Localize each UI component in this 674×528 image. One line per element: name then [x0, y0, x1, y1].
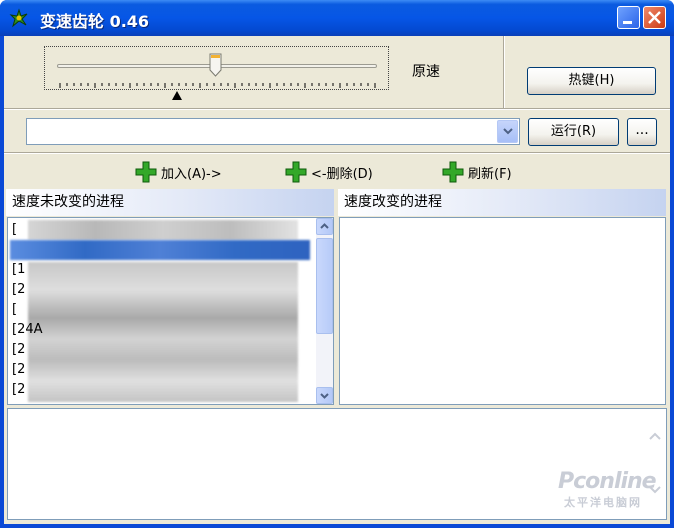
unchanged-process-list[interactable]: [ [1 [2 [ [24A [2 [2 [2 — [7, 217, 334, 405]
changed-panel-title: 速度改变的进程 — [338, 189, 666, 216]
watermark-sub: 太平洋电脑网 — [564, 496, 642, 509]
watermark-brand: Pconline — [558, 469, 657, 494]
separator — [503, 36, 505, 109]
scroll-thumb[interactable] — [316, 238, 333, 334]
watermark: Pconline 太平洋电脑网 — [558, 469, 657, 510]
list-item[interactable]: [2 — [12, 280, 25, 300]
chevron-down-icon — [320, 393, 329, 399]
gear-app-icon — [9, 8, 28, 28]
list-item[interactable]: [ — [12, 300, 17, 320]
blurred-rows — [28, 262, 298, 402]
scroll-up-button[interactable] — [316, 218, 333, 235]
list-item[interactable]: [24A — [12, 320, 43, 340]
vertical-scrollbar[interactable] — [316, 218, 333, 404]
combo-dropdown-button[interactable] — [497, 120, 518, 143]
app-window: 变速齿轮 0.46 原速 热键(H) 运行(R) ... 加入(A)-> <-删… — [0, 0, 674, 528]
separator — [4, 152, 670, 154]
close-button[interactable] — [643, 6, 666, 29]
unchanged-panel-title: 速度未改变的进程 — [6, 189, 334, 216]
hotkey-button[interactable]: 热键(H) — [527, 67, 656, 95]
selected-row[interactable] — [10, 240, 310, 260]
refresh-button[interactable]: 刷新(F) — [442, 160, 512, 184]
close-icon — [648, 11, 661, 24]
chevron-up-icon — [320, 223, 329, 229]
refresh-label: 刷新(F) — [468, 166, 512, 182]
default-position-marker — [172, 91, 182, 100]
add-label: 加入(A)-> — [161, 166, 222, 182]
browse-button[interactable]: ... — [627, 118, 657, 146]
window-title: 变速齿轮 0.46 — [40, 12, 150, 31]
list-item[interactable]: [ — [12, 220, 17, 240]
speed-label: 原速 — [412, 64, 440, 80]
title-bar[interactable]: 变速齿轮 0.46 — [0, 0, 674, 36]
speed-slider[interactable] — [44, 46, 389, 90]
list-item[interactable]: [2 — [12, 340, 25, 360]
remove-button[interactable]: <-删除(D) — [285, 160, 373, 184]
plus-icon — [285, 161, 307, 183]
log-area: Pconline 太平洋电脑网 — [7, 408, 667, 520]
minimize-button[interactable] — [617, 6, 640, 29]
add-button[interactable]: 加入(A)-> — [135, 160, 222, 184]
remove-label: <-删除(D) — [311, 166, 373, 182]
list-item[interactable]: [2 — [12, 360, 25, 380]
list-item[interactable]: [2 — [12, 380, 25, 400]
slider-ticks — [59, 83, 376, 88]
run-button[interactable]: 运行(R) — [528, 118, 619, 146]
slider-thumb[interactable] — [209, 53, 222, 77]
process-combo[interactable] — [26, 118, 520, 145]
blurred-row — [28, 220, 298, 240]
changed-process-list[interactable] — [339, 217, 666, 405]
scroll-down-button[interactable] — [316, 387, 333, 404]
chevron-up-icon — [649, 432, 661, 440]
plus-icon — [135, 161, 157, 183]
chevron-down-icon — [503, 128, 513, 135]
plus-icon — [442, 161, 464, 183]
separator — [4, 108, 670, 110]
list-item[interactable]: [1 — [12, 260, 25, 280]
client-area: 原速 热键(H) 运行(R) ... 加入(A)-> <-删除(D) 刷新(F)… — [4, 36, 670, 524]
